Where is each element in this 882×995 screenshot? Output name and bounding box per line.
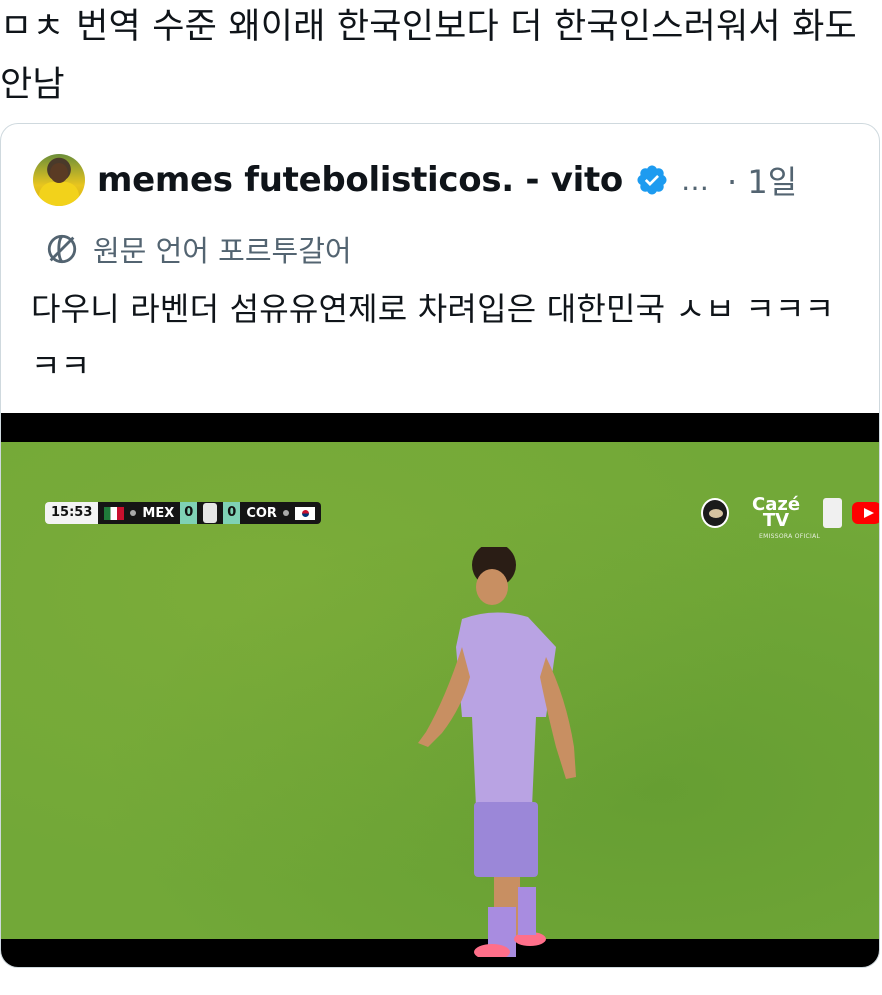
- truncation-ellipsis: …: [681, 163, 709, 197]
- home-score: 0: [180, 502, 198, 524]
- cazetv-monkey-icon: [701, 498, 729, 528]
- dot-icon: [282, 510, 289, 516]
- youtube-icon: [851, 502, 879, 524]
- translated-from-label[interactable]: 원문 언어 포르투갈어: [45, 228, 352, 270]
- post-text: ㅁㅊ 번역 수준 왜이래 한국인보다 더 한국인스러워서 화도 안남: [0, 7, 857, 105]
- match-clock: 15:53: [45, 502, 99, 524]
- author-name[interactable]: memes futebolisticos. - vito: [97, 160, 623, 200]
- translate-globe-icon: [47, 234, 77, 264]
- quoted-post-card[interactable]: memes futebolisticos. - vito … · 1일 원문 언…: [0, 123, 880, 968]
- verified-badge-icon: [637, 165, 667, 195]
- official-broadcaster-label: EMISSORA OFICIAL: [759, 533, 821, 540]
- cazetv-logo: Cazé TV: [752, 494, 801, 531]
- dot-icon: [130, 510, 137, 516]
- translated-from-text: 원문 언어 포르투갈어: [93, 234, 352, 268]
- avatar[interactable]: [33, 154, 85, 206]
- scoreboard: 15:53 MEX 0 0 COR: [45, 502, 321, 524]
- home-team: MEX: [142, 505, 175, 521]
- player-figure: [418, 547, 576, 957]
- mexico-flag-icon: [104, 506, 125, 520]
- trophy-icon: [203, 503, 218, 523]
- away-score: 0: [223, 502, 241, 524]
- quoted-post-header: memes futebolisticos. - vito … · 1일: [33, 152, 863, 208]
- post-time[interactable]: · 1일: [727, 157, 797, 203]
- video-player[interactable]: 15:53 MEX 0 0 COR Cazé TV EMISSORA OFICI…: [1, 413, 879, 967]
- fifa-trophy-icon: [823, 498, 842, 528]
- away-team: COR: [246, 505, 277, 521]
- quoted-post-text: 다우니 라벤더 섬유유연제로 차려입은 대한민국 ㅅㅂ ㅋㅋㅋㅋㅋ: [31, 290, 835, 385]
- broadcaster-logos: Cazé TV: [701, 494, 879, 531]
- video-frame: 15:53 MEX 0 0 COR Cazé TV EMISSORA OFICI…: [1, 442, 879, 957]
- korea-flag-icon: [294, 506, 315, 520]
